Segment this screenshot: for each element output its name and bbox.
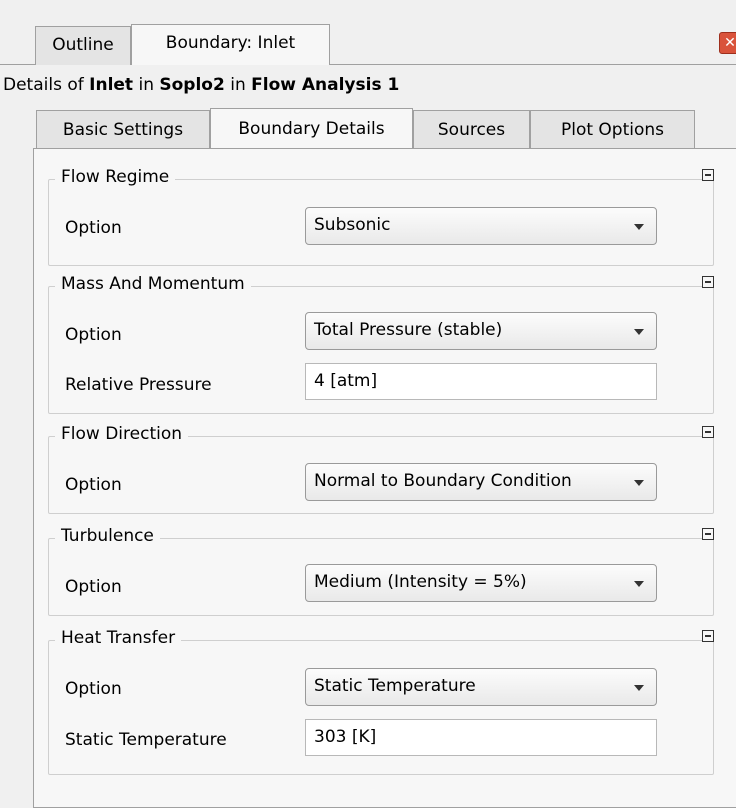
static-temperature-label: Static Temperature	[65, 730, 227, 750]
tab-plot-options-label: Plot Options	[560, 120, 665, 140]
group-turbulence: Turbulence Option Medium (Intensity = 5%…	[48, 526, 714, 616]
tab-basic-settings[interactable]: Basic Settings	[36, 110, 210, 148]
group-title: Mass And Momentum	[55, 274, 251, 294]
flow-direction-option-select[interactable]: Normal to Boundary Condition	[305, 463, 657, 501]
select-value: Medium (Intensity = 5%)	[314, 572, 527, 592]
option-label: Option	[65, 679, 122, 699]
select-value: Subsonic	[314, 215, 391, 235]
chevron-down-icon	[634, 685, 644, 691]
group-title: Heat Transfer	[55, 628, 182, 648]
group-title: Flow Direction	[55, 424, 189, 444]
option-label: Option	[65, 475, 122, 495]
chevron-down-icon	[634, 329, 644, 335]
details-header: Details of Inlet in Soplo2 in Flow Analy…	[3, 75, 399, 95]
details-in-2: in	[224, 75, 252, 95]
tab-plot-options[interactable]: Plot Options	[530, 110, 695, 148]
collapse-icon[interactable]	[702, 276, 714, 288]
relative-pressure-label: Relative Pressure	[65, 375, 212, 395]
boundary-details-panel: Flow Regime Option Subsonic Mass And Mom…	[33, 148, 736, 808]
group-flow-direction: Flow Direction Option Normal to Boundary…	[48, 424, 714, 514]
heat-transfer-option-select[interactable]: Static Temperature	[305, 668, 657, 706]
option-label: Option	[65, 577, 122, 597]
mass-momentum-option-select[interactable]: Total Pressure (stable)	[305, 312, 657, 350]
turbulence-option-select[interactable]: Medium (Intensity = 5%)	[305, 564, 657, 602]
tab-boundary-inlet-label: Boundary: Inlet	[165, 33, 296, 53]
collapse-icon[interactable]	[702, 169, 714, 181]
option-label: Option	[65, 218, 122, 238]
select-value: Normal to Boundary Condition	[314, 471, 572, 491]
chevron-down-icon	[634, 581, 644, 587]
tab-outline-label: Outline	[52, 35, 114, 55]
static-temperature-input[interactable]: 303 [K]	[305, 719, 657, 756]
relative-pressure-input[interactable]: 4 [atm]	[305, 363, 657, 400]
tab-boundary-details[interactable]: Boundary Details	[210, 108, 413, 148]
chevron-down-icon	[634, 480, 644, 486]
tab-outline[interactable]: Outline	[35, 26, 131, 65]
select-value: Static Temperature	[314, 676, 476, 696]
group-heat-transfer: Heat Transfer Option Static Temperature …	[48, 628, 714, 775]
input-value: 4 [atm]	[314, 371, 378, 391]
tab-boundary-details-label: Boundary Details	[238, 119, 385, 139]
collapse-icon[interactable]	[702, 426, 714, 438]
details-analysis: Flow Analysis 1	[251, 75, 400, 95]
details-domain: Soplo2	[159, 75, 225, 95]
tab-boundary-inlet[interactable]: Boundary: Inlet	[131, 24, 330, 65]
input-value: 303 [K]	[314, 727, 377, 747]
tab-sources-label: Sources	[437, 120, 506, 140]
details-object: Inlet	[89, 75, 134, 95]
group-title: Flow Regime	[55, 167, 176, 187]
tab-basic-settings-label: Basic Settings	[62, 120, 184, 140]
group-flow-regime: Flow Regime Option Subsonic	[48, 167, 714, 266]
group-title: Turbulence	[55, 526, 160, 546]
collapse-icon[interactable]	[702, 630, 714, 642]
option-label: Option	[65, 325, 122, 345]
close-icon[interactable]: ✕	[719, 32, 736, 54]
details-in: in	[133, 75, 160, 95]
details-prefix: Details of	[3, 75, 90, 95]
chevron-down-icon	[634, 224, 644, 230]
select-value: Total Pressure (stable)	[314, 320, 503, 340]
flow-regime-option-select[interactable]: Subsonic	[305, 207, 657, 245]
collapse-icon[interactable]	[702, 528, 714, 540]
tab-sources[interactable]: Sources	[413, 110, 530, 148]
group-mass-and-momentum: Mass And Momentum Option Total Pressure …	[48, 274, 714, 414]
